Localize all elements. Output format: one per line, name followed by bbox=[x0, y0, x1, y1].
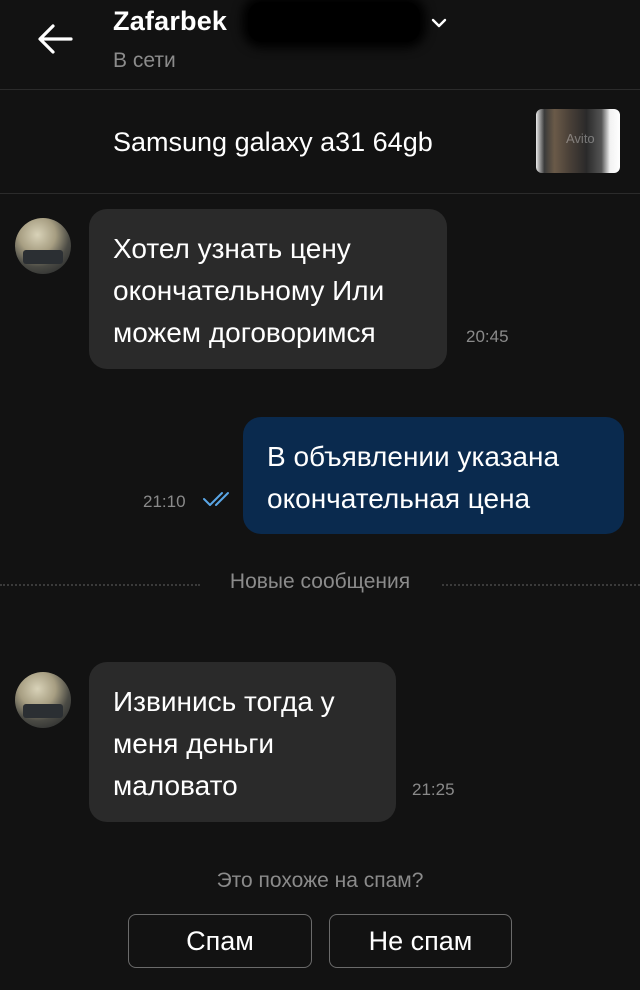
contact-avatar[interactable] bbox=[15, 218, 71, 274]
not-spam-button[interactable]: Не спам bbox=[329, 914, 512, 968]
back-button[interactable] bbox=[30, 16, 80, 62]
listing-bar[interactable]: Samsung galaxy a31 64gb Avito bbox=[0, 91, 640, 194]
arrow-left-icon bbox=[38, 24, 73, 54]
incoming-message[interactable]: Хотел узнать цену окончательному Или мож… bbox=[89, 209, 447, 369]
chat-header: Zafarbek В сети bbox=[0, 0, 640, 90]
listing-title[interactable]: Samsung galaxy a31 64gb bbox=[113, 127, 433, 158]
message-time: 21:25 bbox=[412, 780, 455, 799]
redacted-surname bbox=[248, 2, 420, 42]
listing-thumbnail[interactable]: Avito bbox=[536, 109, 620, 173]
message-text: Хотел узнать цену окончательному Или мож… bbox=[113, 233, 385, 348]
divider-line-right bbox=[442, 584, 640, 586]
spam-question: Это похоже на спам? bbox=[216, 869, 424, 892]
contact-avatar[interactable] bbox=[15, 672, 71, 728]
spam-button[interactable]: Спам bbox=[128, 914, 312, 968]
new-messages-divider: Новые сообщения bbox=[0, 570, 640, 598]
online-status: В сети bbox=[113, 49, 176, 72]
divider-label: Новые сообщения bbox=[229, 570, 411, 593]
outgoing-message[interactable]: В объявлении указана окончательная цена bbox=[243, 417, 624, 534]
message-text: В объявлении указана окончательная цена bbox=[267, 441, 560, 514]
chevron-down-icon bbox=[431, 18, 447, 28]
thumbnail-watermark: Avito bbox=[566, 131, 595, 146]
message-time: 20:45 bbox=[466, 327, 509, 346]
read-check-icon bbox=[203, 492, 229, 506]
contact-name[interactable]: Zafarbek bbox=[113, 6, 227, 37]
message-time: 21:10 bbox=[143, 492, 186, 511]
message-text: Извинись тогда у меня деньги маловато bbox=[113, 686, 335, 801]
incoming-message[interactable]: Извинись тогда у меня деньги маловато bbox=[89, 662, 396, 822]
contact-menu-toggle[interactable] bbox=[428, 12, 450, 34]
